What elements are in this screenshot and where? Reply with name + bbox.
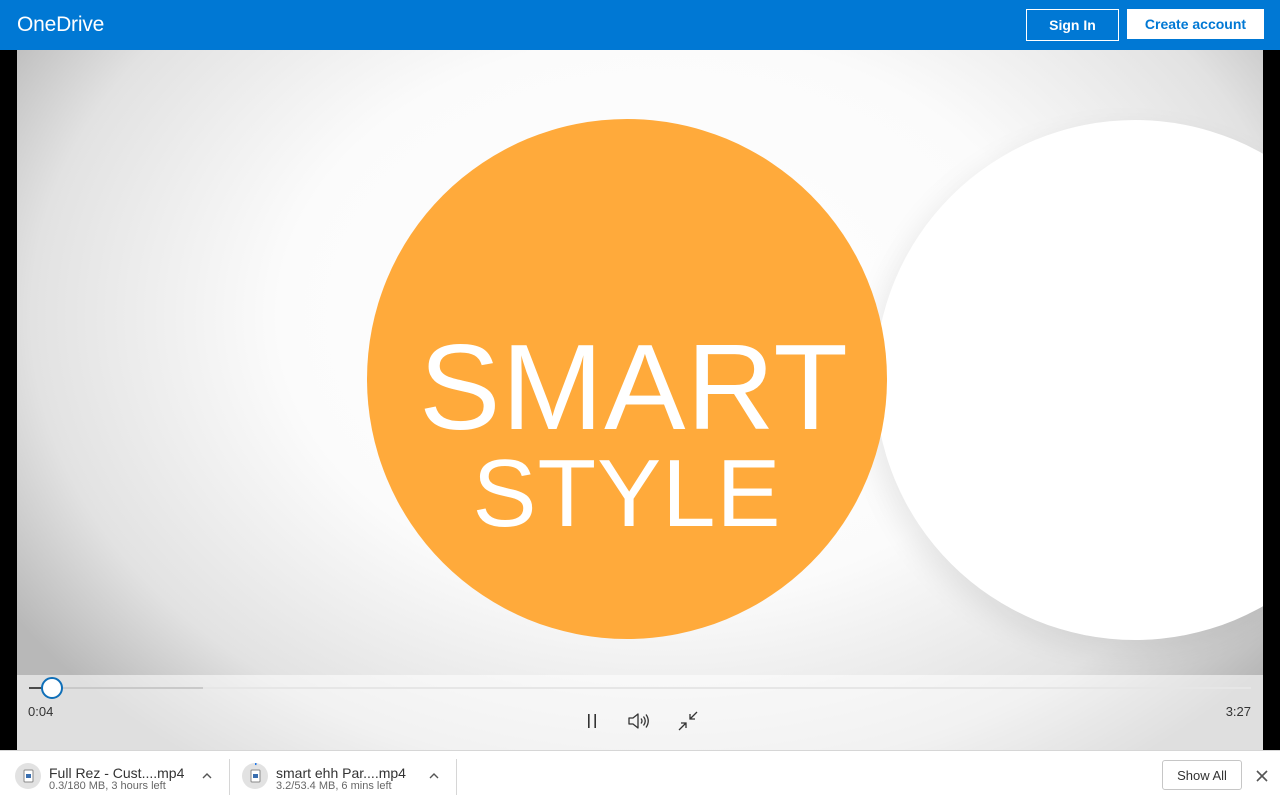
download-item[interactable]: smart ehh Par....mp4 3.2/53.4 MB, 6 mins… bbox=[227, 751, 455, 801]
onedrive-logo[interactable]: OneDrive bbox=[17, 13, 104, 37]
seek-bar[interactable] bbox=[29, 687, 1251, 689]
chevron-up-icon[interactable] bbox=[200, 769, 214, 783]
video-file-icon bbox=[242, 763, 268, 789]
duration-time: 3:27 bbox=[1225, 704, 1251, 719]
download-status: 3.2/53.4 MB, 6 mins left bbox=[276, 780, 392, 792]
top-bar: OneDrive Sign In Create account bbox=[0, 0, 1280, 50]
seek-handle[interactable] bbox=[41, 677, 63, 699]
video-title-line-1: SMART bbox=[419, 319, 849, 455]
video-title-line-2: STYLE bbox=[472, 440, 782, 547]
close-icon[interactable] bbox=[1254, 768, 1270, 784]
white-circle-graphic bbox=[875, 120, 1263, 640]
exit-fullscreen-button[interactable] bbox=[675, 709, 701, 733]
downloads-shelf: Full Rez - Cust....mp4 0.3/180 MB, 3 hou… bbox=[0, 750, 1280, 801]
video-file-icon bbox=[15, 763, 41, 789]
volume-icon bbox=[628, 713, 649, 729]
divider bbox=[456, 759, 457, 795]
download-status: 0.3/180 MB, 3 hours left bbox=[49, 780, 166, 792]
exit-fullscreen-icon bbox=[678, 711, 698, 731]
video-title-text: SMART STYLE bbox=[367, 119, 887, 639]
sign-in-button[interactable]: Sign In bbox=[1026, 9, 1119, 41]
player-controls: 0:04 3:27 bbox=[17, 675, 1263, 750]
chevron-up-icon[interactable] bbox=[427, 769, 441, 783]
video-frame[interactable]: SMART STYLE bbox=[17, 50, 1263, 750]
download-filename: Full Rez - Cust....mp4 bbox=[49, 765, 185, 781]
download-item[interactable]: Full Rez - Cust....mp4 0.3/180 MB, 3 hou… bbox=[0, 751, 228, 801]
pause-button[interactable] bbox=[579, 709, 605, 733]
pause-icon bbox=[588, 714, 596, 728]
download-filename: smart ehh Par....mp4 bbox=[276, 765, 406, 781]
show-all-downloads-button[interactable]: Show All bbox=[1162, 760, 1242, 790]
volume-button[interactable] bbox=[626, 709, 652, 733]
current-time: 0:04 bbox=[28, 704, 54, 719]
create-account-button[interactable]: Create account bbox=[1127, 9, 1264, 39]
